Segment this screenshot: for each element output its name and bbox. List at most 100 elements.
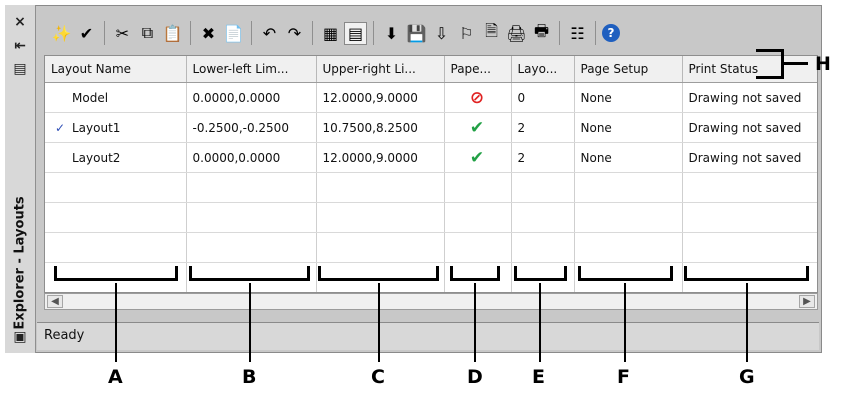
- set-current-icon[interactable]: ✔: [75, 22, 98, 45]
- large-icons-view-icon[interactable]: ▦: [319, 22, 342, 45]
- label-e: E: [532, 366, 545, 388]
- layouts-table: Layout Name Lower-left Lim... Upper-right …: [44, 55, 818, 293]
- toolbar-separator: [312, 21, 313, 45]
- bracket-f: [578, 266, 673, 281]
- lower-left-cell: 0.0000,0.0000: [186, 82, 317, 113]
- column-header[interactable]: Page Setup: [574, 56, 683, 83]
- upper-right-cell: 10.7500,8.2500: [316, 112, 445, 143]
- paper-ok-check-icon: ✔: [469, 147, 485, 168]
- stem-c: [378, 283, 380, 362]
- table-row[interactable]: Layout2 0.0000,0.0000 12.0000,9.0000 ✔ 2 None…: [45, 142, 817, 173]
- cut-icon[interactable]: ✂: [111, 22, 134, 45]
- palette-title: Explorer - Layouts: [12, 196, 28, 330]
- lower-left-cell: 0.0000,0.0000: [186, 142, 317, 173]
- header-bracket: [756, 49, 784, 79]
- properties-icon[interactable]: ☷: [566, 22, 589, 45]
- copy-icon[interactable]: ⧉: [136, 22, 159, 45]
- import-icon[interactable]: ⬇: [380, 22, 403, 45]
- header-pointer-line: [784, 62, 808, 65]
- print-status-cell: Drawing not saved: [682, 112, 817, 143]
- current-layout-check-icon: ✓: [55, 120, 66, 135]
- properties-menu-icon[interactable]: ▤: [9, 60, 31, 78]
- column-header[interactable]: Layout Name: [45, 56, 187, 83]
- stem-g: [746, 283, 748, 362]
- details-view-icon[interactable]: ▤: [344, 21, 367, 45]
- layout-number-cell: 2: [511, 142, 575, 173]
- bracket-b: [189, 266, 310, 281]
- label-f: F: [617, 366, 630, 388]
- label-a: A: [108, 366, 123, 388]
- bracket-a: [54, 266, 178, 281]
- stem-a: [115, 283, 117, 362]
- paste-special-icon[interactable]: 📄: [222, 22, 245, 45]
- table-row[interactable]: Model 0.0000,0.0000 12.0000,9.0000 ⊘ 0 None Dr…: [45, 82, 817, 113]
- column-header[interactable]: Pape...: [444, 56, 512, 83]
- column-header[interactable]: Upper-right Li...: [316, 56, 445, 83]
- palette-sidebar: × ⇤ ▤ Explorer - Layouts ▣: [5, 5, 36, 353]
- bracket-d: [450, 266, 500, 281]
- column-header[interactable]: Lower-left Lim...: [186, 56, 317, 83]
- upper-right-cell: 12.0000,9.0000: [316, 82, 445, 113]
- auto-hide-icon[interactable]: ⇤: [9, 37, 31, 55]
- label-b: B: [242, 366, 257, 388]
- layout-name-cell[interactable]: Layout2: [45, 142, 187, 173]
- scroll-left-icon[interactable]: ◀: [47, 295, 63, 308]
- empty-row: [45, 172, 817, 203]
- toolbar-separator: [190, 21, 191, 45]
- stem-f: [624, 283, 626, 362]
- empty-row: [45, 232, 817, 263]
- paper-not-available-icon: ⊘: [469, 87, 485, 108]
- scroll-right-icon[interactable]: ▶: [799, 295, 815, 308]
- empty-row: [45, 202, 817, 233]
- print-icon[interactable]: 🖨: [505, 22, 528, 45]
- page-setup-cell: None: [574, 142, 683, 173]
- label-d: D: [467, 366, 483, 388]
- publish-icon[interactable]: ⚐: [455, 22, 478, 45]
- print-status-cell: Drawing not saved: [682, 82, 817, 113]
- stem-b: [249, 283, 251, 362]
- save-icon[interactable]: 💾: [405, 22, 428, 45]
- lower-left-cell: -0.2500,-0.2500: [186, 112, 317, 143]
- page-setup-icon[interactable]: 🗎: [480, 21, 503, 45]
- layout-number-cell: 2: [511, 112, 575, 143]
- column-header[interactable]: Print Status: [682, 56, 817, 83]
- export-icon[interactable]: ⇩: [430, 22, 453, 45]
- palette-small-icon: ▣: [13, 329, 27, 345]
- toolbar-separator: [595, 21, 596, 45]
- paper-cell: ✔: [444, 142, 512, 173]
- bracket-c: [318, 266, 439, 281]
- page-setup-cell: None: [574, 112, 683, 143]
- undo-icon[interactable]: ↶: [258, 22, 281, 45]
- layout-name-cell[interactable]: Model: [45, 82, 187, 113]
- page-setup-cell: None: [574, 82, 683, 113]
- redo-icon[interactable]: ↷: [283, 22, 306, 45]
- paper-cell: ✔: [444, 112, 512, 143]
- toolbar-separator: [251, 21, 252, 45]
- label-h: H: [815, 53, 831, 75]
- plot-icon[interactable]: 🖶: [530, 21, 553, 45]
- label-g: G: [739, 366, 755, 388]
- stem-e: [539, 283, 541, 362]
- delete-icon[interactable]: ✖: [197, 22, 220, 45]
- status-bar: Ready: [37, 322, 819, 350]
- help-icon[interactable]: ?: [602, 24, 620, 42]
- paper-ok-check-icon: ✔: [469, 117, 485, 138]
- new-layout-icon[interactable]: ✨: [50, 22, 73, 45]
- label-c: C: [371, 366, 385, 388]
- layout-name-cell[interactable]: ✓ Layout1: [45, 112, 187, 143]
- bracket-e: [514, 266, 567, 281]
- column-header[interactable]: Layo...: [511, 56, 575, 83]
- upper-right-cell: 12.0000,9.0000: [316, 142, 445, 173]
- paper-cell: ⊘: [444, 82, 512, 113]
- toolbar-separator: [373, 21, 374, 45]
- horizontal-scrollbar[interactable]: ◀ ▶: [44, 293, 818, 310]
- table-row[interactable]: ✓ Layout1 -0.2500,-0.2500 10.7500,8.2500 ✔ 2 N…: [45, 112, 817, 143]
- stem-d: [474, 283, 476, 362]
- paste-icon[interactable]: 📋: [161, 22, 184, 45]
- bracket-g: [684, 266, 809, 281]
- toolbar-separator: [559, 21, 560, 45]
- close-icon[interactable]: ×: [9, 13, 31, 31]
- layout-number-cell: 0: [511, 82, 575, 113]
- toolbar-separator: [104, 21, 105, 45]
- print-status-cell: Drawing not saved: [682, 142, 817, 173]
